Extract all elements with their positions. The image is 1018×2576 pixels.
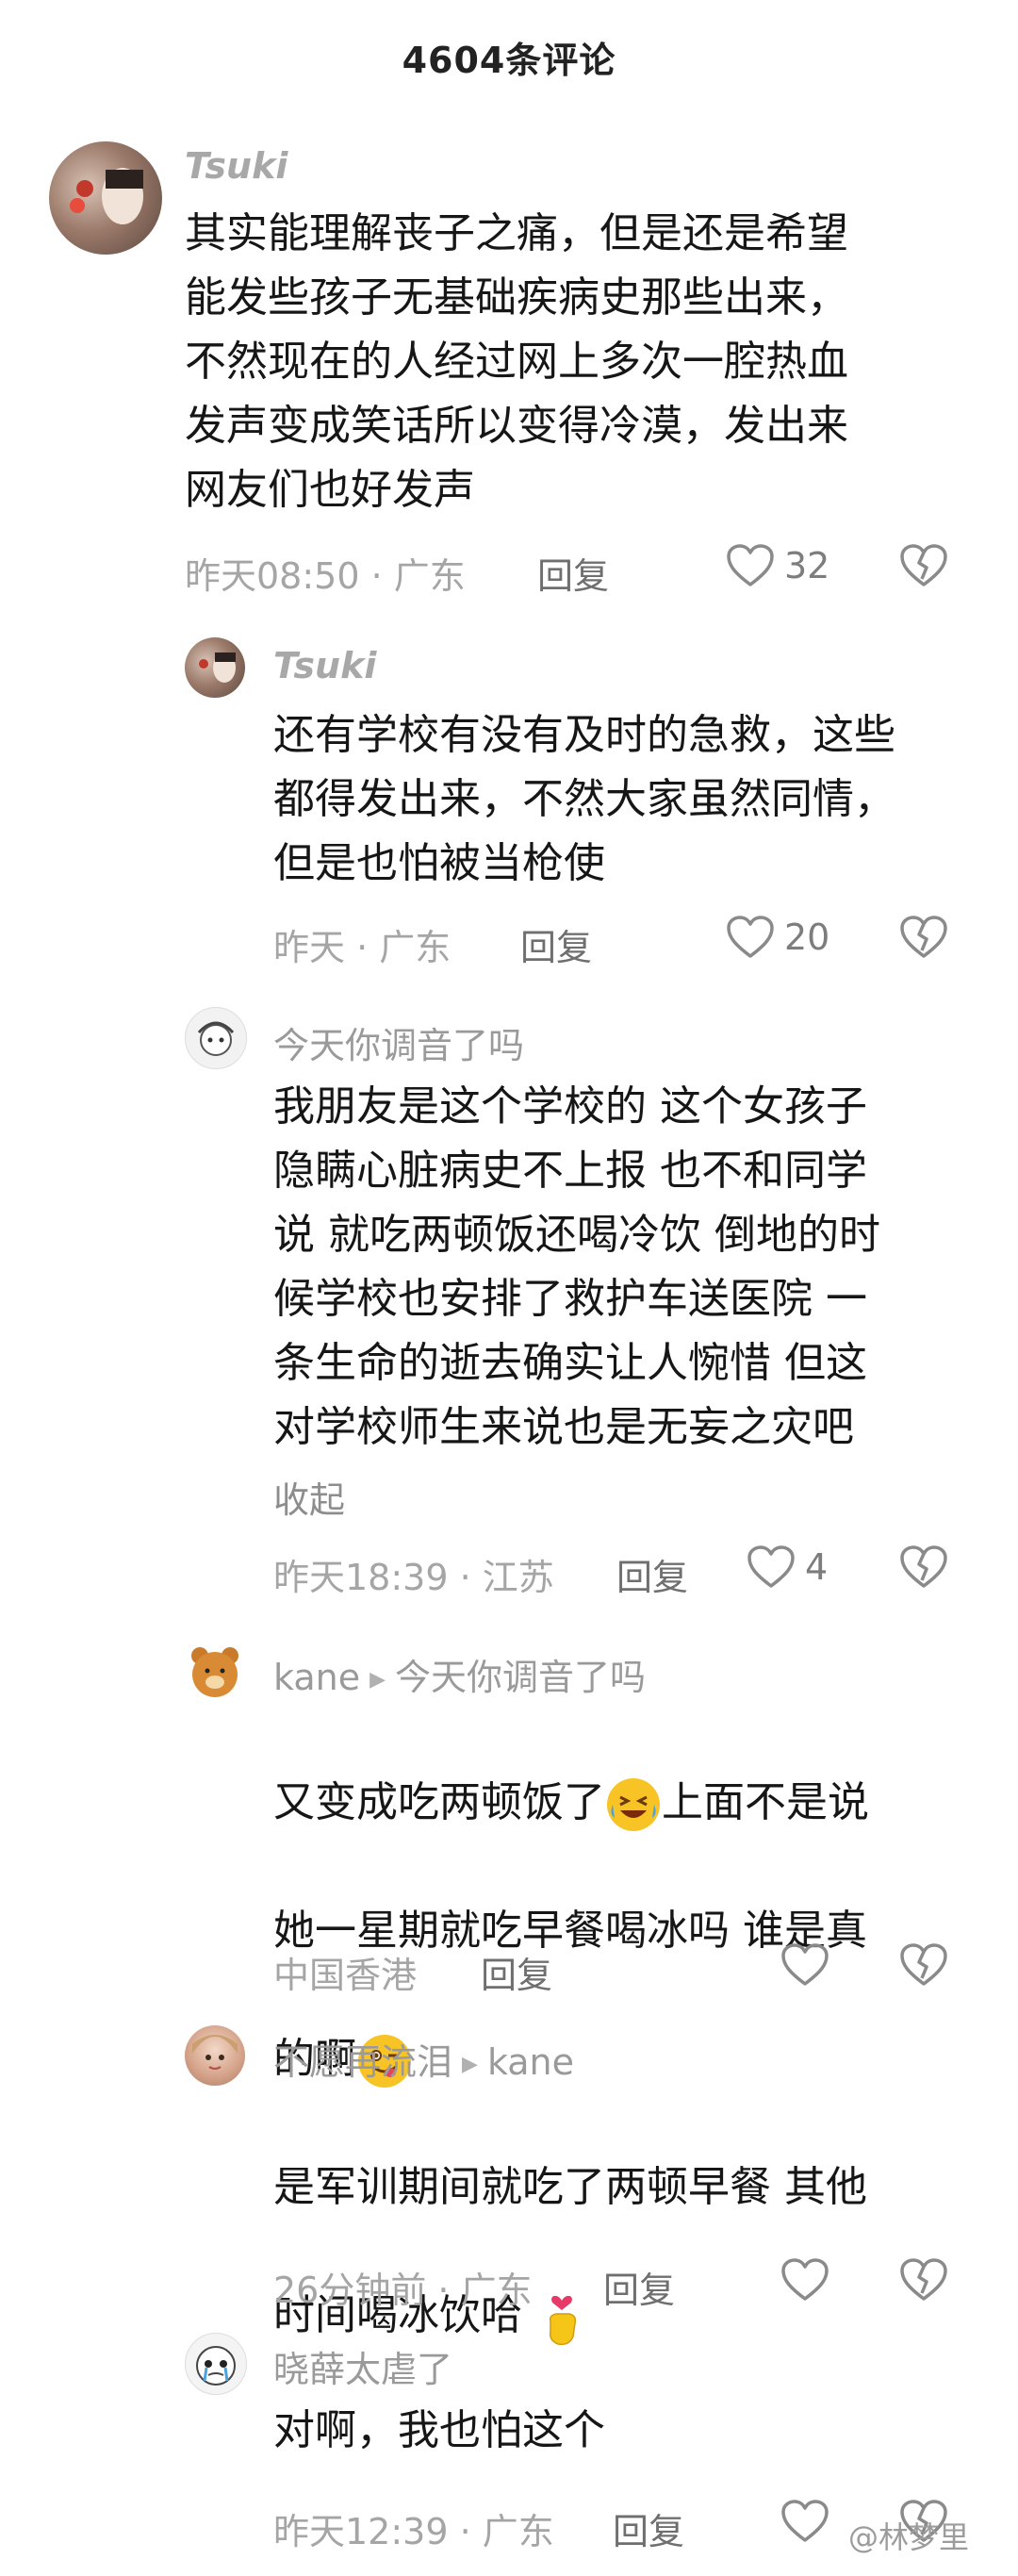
reply-button[interactable]: 回复 (613, 2502, 684, 2554)
avatar[interactable] (185, 637, 245, 698)
comment-text-line: 是军训期间就吃了两顿早餐 其他 (273, 2163, 867, 2211)
like-button[interactable] (780, 1942, 829, 1988)
reply-button[interactable]: 回复 (520, 918, 592, 970)
comment-time-location: 26分钟前 · 广东 (273, 2270, 533, 2311)
avatar[interactable] (185, 1007, 247, 1069)
comment-time-location: 昨天18:39 · 江苏 (273, 1557, 554, 1598)
dislike-button[interactable] (899, 2257, 948, 2303)
like-button[interactable] (780, 2257, 829, 2303)
reply-button[interactable]: 回复 (616, 1548, 688, 1600)
heart-outline-icon (747, 1544, 796, 1590)
like-button[interactable]: 4 (747, 1544, 828, 1590)
dislike-button[interactable] (899, 1544, 948, 1590)
avatar[interactable] (185, 2025, 245, 2086)
comment-text: 对啊，我也怕这个 (273, 2406, 605, 2454)
username: 不愿再流泪 ▶ kane (273, 2033, 574, 2085)
like-button[interactable]: 32 (726, 543, 829, 588)
username: kane ▶ 今天你调音了吗 (273, 1648, 646, 1700)
comment-text: 还有学校有没有及时的急救，这些 都得发出来，不然大家虽然同情， 但是也怕被当枪使 (273, 711, 895, 887)
comment-time-location: 昨天 · 广东 (273, 927, 452, 968)
comment-text: 其实能理解丧子之痛，但是还是希望 能发些孩子无基础疾病史那些出来， 不然现在的人… (185, 209, 848, 514)
finger-heart-emoji-icon (541, 2287, 583, 2348)
like-count: 20 (784, 916, 830, 958)
reply-button[interactable]: 回复 (481, 1946, 552, 1998)
play-arrow-icon: ▶ (462, 2053, 478, 2076)
broken-heart-icon (899, 543, 948, 588)
like-button[interactable]: 20 (726, 915, 829, 960)
broken-heart-icon (899, 915, 948, 960)
username[interactable]: 今天你调音了吗 (273, 1016, 524, 1068)
reply-button[interactable]: 回复 (603, 2261, 675, 2313)
dislike-button[interactable] (899, 1942, 948, 1988)
comment-text: 我朋友是这个学校的 这个女孩子 隐瞒心脏病史不上报 也不和同学 说 就吃两顿饭还… (273, 1082, 880, 1451)
like-count: 4 (805, 1546, 829, 1588)
avatar[interactable] (49, 141, 162, 255)
username[interactable]: 晓薛太虐了 (273, 2340, 452, 2392)
comment-time-location: 中国香港 (273, 1955, 418, 1996)
broken-heart-icon (899, 2257, 948, 2303)
username[interactable]: Tsuki (185, 145, 287, 187)
heart-outline-icon (780, 2499, 829, 2544)
play-arrow-icon: ▶ (369, 1668, 386, 1692)
reply-to-user[interactable]: kane (487, 2041, 574, 2083)
like-count: 32 (784, 545, 830, 586)
avatar[interactable] (185, 1641, 245, 1701)
comment-text-line: 又变成吃两顿饭了 (273, 1778, 605, 1826)
dislike-button[interactable] (899, 915, 948, 960)
broken-heart-icon (899, 1544, 948, 1590)
like-button[interactable] (780, 2499, 829, 2544)
comment-text: 又变成吃两顿饭了 上面不是说 她一星期就吃早餐喝冰吗 谁是真 的啊 (273, 1707, 990, 2155)
comment-time-location: 昨天12:39 · 广东 (273, 2511, 554, 2552)
reply-button[interactable]: 回复 (537, 547, 609, 599)
heart-outline-icon (726, 543, 775, 588)
heart-outline-icon (726, 915, 775, 960)
avatar[interactable] (185, 2333, 247, 2395)
reply-author[interactable]: kane (273, 1657, 360, 1698)
heart-outline-icon (780, 2257, 829, 2303)
comment-count-title: 4604条评论 (402, 39, 616, 81)
comments-header: 4604条评论 (0, 0, 1018, 113)
dislike-button[interactable] (899, 543, 948, 588)
comment-time-location: 昨天08:50 · 广东 (185, 555, 466, 597)
crying-laughing-emoji-icon (607, 1778, 660, 1831)
weibo-watermark: @林梦里 (848, 2519, 970, 2555)
comment-text-line: 上面不是说 (662, 1778, 869, 1826)
broken-heart-icon (899, 1942, 948, 1988)
username[interactable]: Tsuki (273, 645, 376, 686)
heart-outline-icon (780, 1942, 829, 1988)
reply-to-user[interactable]: 今天你调音了吗 (395, 1657, 646, 1698)
collapse-link[interactable]: 收起 (273, 1471, 345, 1523)
reply-author[interactable]: 不愿再流泪 (273, 2041, 452, 2083)
